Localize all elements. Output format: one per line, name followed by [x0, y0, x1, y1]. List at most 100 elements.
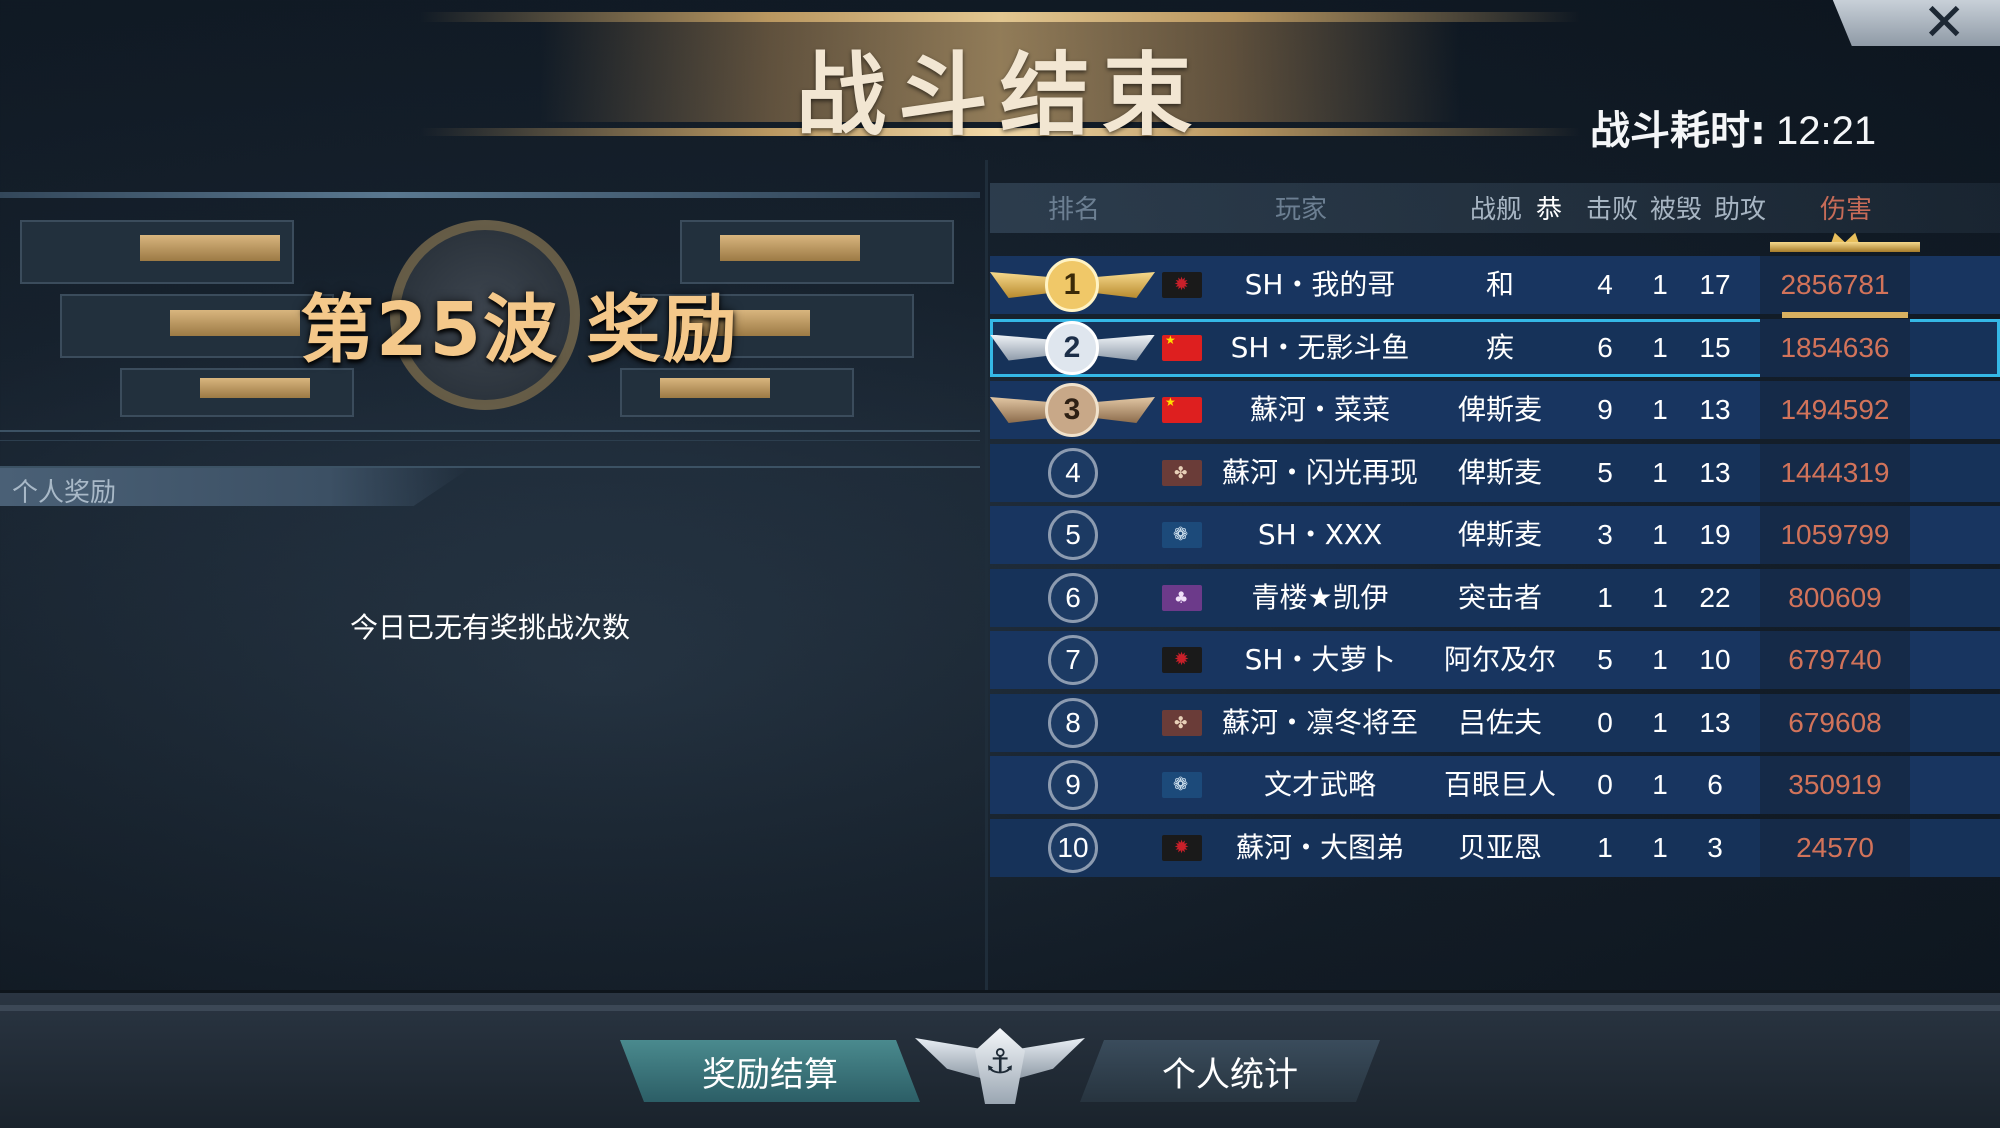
- kills-value: 0: [1597, 769, 1613, 800]
- assists-value: 13: [1699, 706, 1731, 738]
- ship-name: 俾斯麦: [1457, 518, 1542, 551]
- personal-stats-tab[interactable]: 个人统计: [1080, 1040, 1380, 1102]
- guild-flag-icon: [1162, 333, 1202, 361]
- deaths-value: 1: [1652, 394, 1668, 425]
- deco-gold-bar: [720, 235, 860, 261]
- crown-underline: [1782, 312, 1908, 318]
- assists-value: 13: [1699, 456, 1731, 488]
- ship-name: 百眼巨人: [1443, 768, 1556, 801]
- rank-medal-icon: 3: [990, 383, 1155, 437]
- table-row[interactable]: 5 SH・XXX 俾斯麦 3 1 19 1059799: [990, 506, 2000, 564]
- player-name: 文才武略: [1263, 768, 1376, 801]
- guild-flag-icon: [1162, 709, 1202, 736]
- rank-number: 7: [1048, 635, 1098, 685]
- rank-number: 2: [1045, 320, 1099, 375]
- kills-value: 1: [1597, 831, 1613, 863]
- header-kills: 击败: [1586, 195, 1639, 225]
- kills-value: 9: [1597, 394, 1613, 425]
- header-player: 玩家: [1275, 195, 1328, 225]
- rank-number: 1: [1045, 258, 1099, 312]
- damage-value: 679740: [1788, 644, 1882, 675]
- guild-flag-icon: [1162, 522, 1202, 548]
- personal-reward-tab[interactable]: 个人奖励: [0, 468, 470, 506]
- ship-name: 俾斯麦: [1457, 393, 1542, 426]
- assists-value: 19: [1699, 519, 1731, 550]
- deco-gold-bar: [140, 235, 280, 261]
- assists-value: 17: [1699, 269, 1731, 300]
- medal-wing: [1093, 397, 1155, 423]
- header-damage: 伤害: [1820, 195, 1873, 225]
- deaths-value: 1: [1652, 831, 1668, 863]
- deaths-value: 1: [1652, 456, 1668, 488]
- ship-name: 和: [1485, 268, 1514, 301]
- ship-name: 贝亚恩: [1457, 830, 1542, 864]
- no-challenge-message: 今日已无有奖挑战次数: [349, 611, 630, 644]
- player-name: 蘇河・大图弟: [1235, 830, 1404, 864]
- damage-value: 800609: [1788, 581, 1882, 613]
- medal-wing: [1093, 272, 1155, 298]
- divider: [0, 430, 980, 432]
- kills-value: 0: [1597, 706, 1613, 738]
- kills-value: 5: [1597, 456, 1613, 488]
- header-rank: 排名: [1048, 195, 1101, 225]
- header-assists: 助攻: [1714, 195, 1767, 225]
- header-ship: 战舰: [1470, 195, 1523, 225]
- player-name: SH・大萝卜: [1244, 643, 1396, 676]
- table-row[interactable]: 2 SH・无影斗鱼 疾 6 1 15 1854636: [990, 318, 2000, 377]
- guild-flag-icon: [1162, 584, 1202, 611]
- damage-value: 1854636: [1780, 331, 1890, 363]
- medal-wing: [1093, 334, 1155, 361]
- left-top-divider: [0, 192, 980, 198]
- table-row[interactable]: 7 SH・大萝卜 阿尔及尔 5 1 10 679740: [990, 631, 2000, 689]
- ship-name: 突击者: [1457, 580, 1542, 614]
- ship-name: 疾: [1485, 330, 1514, 364]
- deaths-value: 1: [1652, 644, 1668, 675]
- page-title: 战斗结束: [796, 43, 1204, 148]
- kills-value: 6: [1597, 331, 1613, 363]
- rank-medal-icon: 1: [990, 258, 1155, 312]
- table-row[interactable]: 3 蘇河・菜菜 俾斯麦 9 1 13 1494592: [990, 381, 2000, 439]
- deaths-value: 1: [1652, 331, 1668, 363]
- ship-name: 吕佐夫: [1457, 705, 1542, 739]
- table-row[interactable]: 1 SH・我的哥 和 4 1 17 2856781: [990, 256, 2000, 314]
- table-row[interactable]: 10 蘇河・大图弟 贝亚恩 1 1 3 24570: [990, 818, 2000, 877]
- deco-gold-bar: [660, 378, 770, 398]
- duration-label: 战斗耗时:: [1590, 108, 1766, 154]
- damage-value: 24570: [1796, 831, 1874, 863]
- panel-divider: [985, 160, 988, 990]
- wave-reward-title: 第25波 奖励: [300, 287, 739, 373]
- deaths-value: 1: [1652, 269, 1668, 300]
- table-row[interactable]: 9 文才武略 百眼巨人 0 1 6 350919: [990, 756, 2000, 814]
- kills-value: 1: [1597, 581, 1613, 613]
- rank-number: 9: [1048, 760, 1098, 810]
- reward-settlement-tab[interactable]: 奖励结算: [620, 1040, 920, 1102]
- deaths-value: 1: [1652, 769, 1668, 800]
- crown-icon: [1770, 228, 1920, 264]
- kills-value: 5: [1597, 644, 1613, 675]
- damage-value: 1444319: [1780, 456, 1890, 488]
- rank-number: 6: [1048, 572, 1098, 623]
- guild-flag-icon: [1162, 772, 1202, 798]
- divider: [0, 440, 980, 441]
- rank-number: 3: [1045, 383, 1099, 437]
- anchor-icon: ⚓: [984, 1042, 1016, 1082]
- bottom-divider: [0, 1005, 2000, 1011]
- navy-emblem-icon: ⚓: [915, 1028, 1085, 1108]
- table-header: 排名 玩家 战舰 恭 击败 被毁 助攻 伤害: [990, 183, 2000, 233]
- assists-value: 15: [1699, 331, 1731, 363]
- medal-wing: [990, 272, 1052, 298]
- table-row[interactable]: 8 蘇河・凛冬将至 吕佐夫 0 1 13 679608: [990, 693, 2000, 752]
- kills-value: 3: [1597, 519, 1613, 550]
- assists-value: 22: [1699, 581, 1731, 613]
- damage-value: 679608: [1788, 706, 1882, 738]
- damage-value: 350919: [1788, 769, 1882, 800]
- table-row[interactable]: 6 青楼★凯伊 突击者 1 1 22 800609: [990, 568, 2000, 627]
- rank-medal-icon: 2: [990, 320, 1155, 375]
- title-banner: 战斗结束: [420, 0, 1580, 150]
- guild-flag-icon: [1162, 647, 1202, 673]
- duration-value: 12:21: [1776, 109, 1877, 153]
- assists-value: 13: [1699, 394, 1731, 425]
- rank-number: 5: [1048, 510, 1098, 560]
- table-row[interactable]: 4 蘇河・闪光再现 俾斯麦 5 1 13 1444319: [990, 443, 2000, 502]
- player-name: 青楼★凯伊: [1251, 580, 1389, 614]
